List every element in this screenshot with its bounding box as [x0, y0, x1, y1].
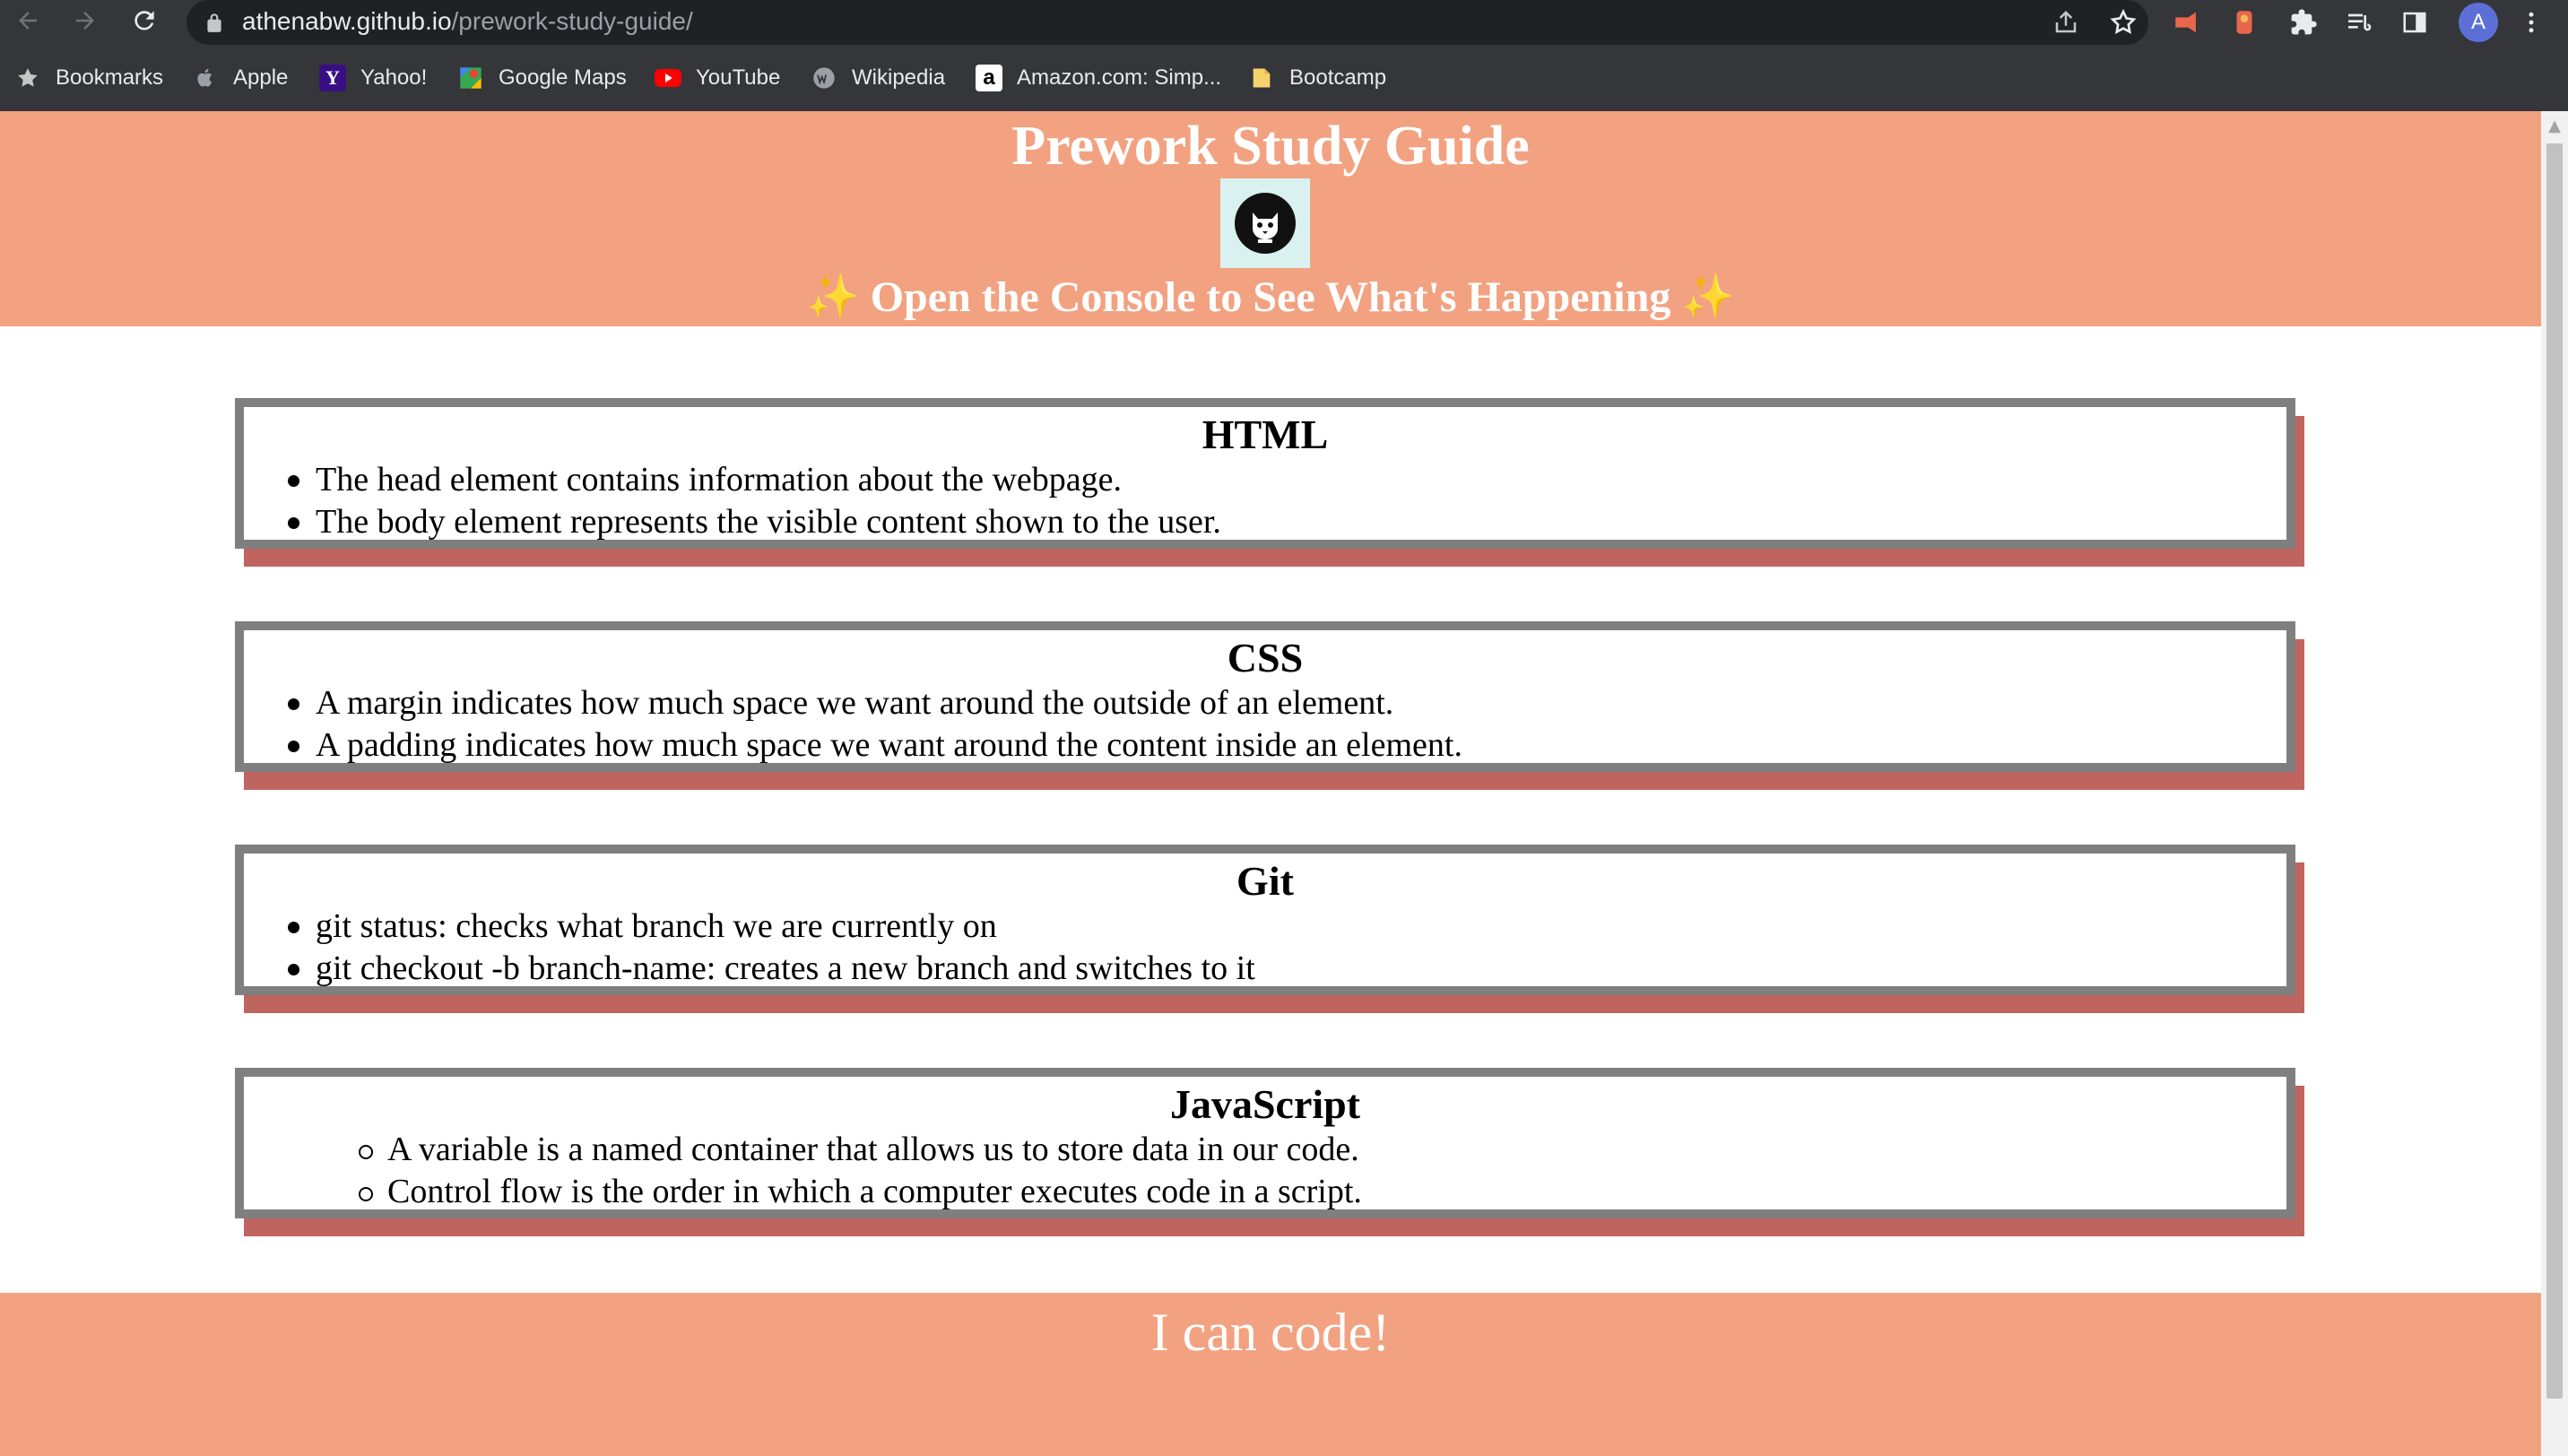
bookmark-label: Apple [233, 65, 289, 90]
url-text: athenabw.github.io/prework-study-guide/ [242, 5, 693, 38]
section-list: A margin indicates how much space we wan… [244, 682, 2286, 767]
footer-text: I can code! [1150, 1303, 1391, 1362]
google-maps-icon [457, 65, 484, 91]
card-box: CSS A margin indicates how much space we… [235, 621, 2295, 772]
bookmark-bookmarks[interactable]: Bookmarks [14, 57, 163, 99]
subtitle-text: Open the Console to See What's Happening [870, 273, 1671, 321]
list-item: Control flow is the order in which a com… [244, 1171, 2286, 1213]
bookmark-bootcamp[interactable]: Bootcamp [1248, 57, 1386, 99]
share-icon[interactable] [2050, 6, 2082, 39]
section-card-git: Git git status: checks what branch we ar… [235, 845, 2304, 1013]
bookmark-label: Wikipedia [852, 65, 946, 90]
bookmark-label: Bootcamp [1289, 65, 1387, 90]
menu-dots-icon[interactable] [2512, 4, 2550, 41]
section-list: git status: checks what branch we are cu… [244, 906, 2286, 990]
site-footer: I can code! [0, 1293, 2541, 1456]
profile-avatar[interactable]: A [2459, 3, 2498, 42]
youtube-icon [655, 65, 681, 91]
browser-toolbar: athenabw.github.io/prework-study-guide/ … [0, 0, 2568, 45]
bookmark-amazon[interactable]: a Amazon.com: Simp... [976, 57, 1221, 99]
list-item: A margin indicates how much space we wan… [244, 682, 2286, 724]
address-bar[interactable]: athenabw.github.io/prework-study-guide/ [187, 0, 2148, 45]
site-header: Prework Study Guide ✨ Open the Console t… [0, 111, 2541, 326]
forward-arrow-icon[interactable] [63, 0, 108, 41]
list-item: git status: checks what branch we are cu… [244, 906, 2286, 948]
extension-red-icon[interactable] [2168, 4, 2206, 41]
folder-icon [1248, 65, 1275, 91]
bookmark-label: Bookmarks [56, 65, 164, 90]
sparkles-icon: ✨ [1681, 273, 1736, 321]
star-icon[interactable] [2107, 6, 2139, 39]
card-box: Git git status: checks what branch we ar… [235, 845, 2295, 995]
bookmark-label: Amazon.com: Simp... [1017, 65, 1222, 90]
reading-list-icon[interactable] [2340, 4, 2378, 41]
section-card-javascript: JavaScript A variable is a named contain… [235, 1068, 2304, 1236]
card-box: HTML The head element contains informati… [235, 398, 2295, 549]
bookmark-label: Yahoo! [360, 65, 428, 90]
section-title: HTML [1202, 412, 1329, 457]
apple-icon [192, 65, 219, 91]
scroll-up-arrow-icon[interactable]: ▲ [2541, 117, 2568, 138]
bookmarks-bar: Bookmarks Apple Y Yahoo! Google Maps You… [0, 57, 2568, 99]
browser-chrome: athenabw.github.io/prework-study-guide/ … [0, 0, 2568, 111]
extension-orange-icon[interactable] [2225, 4, 2263, 41]
star-icon [14, 65, 41, 91]
reload-icon[interactable] [122, 0, 167, 41]
section-title: JavaScript [1169, 1081, 1361, 1127]
bookmark-youtube[interactable]: YouTube [655, 57, 780, 99]
lock-icon [207, 13, 221, 32]
amazon-icon: a [976, 65, 1002, 91]
side-panel-icon[interactable] [2396, 4, 2434, 41]
sparkles-icon: ✨ [805, 273, 860, 321]
section-title: Git [1236, 858, 1294, 904]
scrollbar-thumb[interactable] [2546, 143, 2563, 1399]
section-card-html: HTML The head element contains informati… [235, 398, 2304, 567]
bookmark-apple[interactable]: Apple [192, 57, 288, 99]
url-path: /prework-study-guide/ [451, 7, 693, 35]
puzzle-icon[interactable] [2285, 4, 2322, 41]
bookmark-label: YouTube [696, 65, 781, 90]
url-host: athenabw.github.io [242, 7, 452, 35]
page-viewport: Prework Study Guide ✨ Open the Console t… [0, 111, 2541, 1456]
page-title: Prework Study Guide [1011, 116, 1530, 177]
bookmark-label: Google Maps [499, 65, 627, 90]
list-item: A variable is a named container that all… [244, 1129, 2286, 1171]
list-item: The body element represents the visible … [244, 501, 2286, 543]
list-item: The head element contains information ab… [244, 459, 2286, 501]
back-arrow-icon[interactable] [5, 0, 50, 41]
page-subtitle: ✨ Open the Console to See What's Happeni… [0, 271, 2541, 325]
section-list: A variable is a named container that all… [244, 1129, 2286, 1213]
section-card-css: CSS A margin indicates how much space we… [235, 621, 2304, 790]
section-list: The head element contains information ab… [244, 459, 2286, 543]
wikipedia-icon [811, 65, 837, 91]
yahoo-icon: Y [319, 65, 346, 91]
bookmark-yahoo[interactable]: Y Yahoo! [319, 57, 427, 99]
list-item: git checkout -b branch-name: creates a n… [244, 948, 2286, 990]
bookmark-google-maps[interactable]: Google Maps [457, 57, 627, 99]
section-title: CSS [1227, 635, 1304, 680]
vertical-scrollbar[interactable]: ▲ [2541, 111, 2568, 1456]
list-item: A padding indicates how much space we wa… [244, 724, 2286, 767]
cat-logo-icon [1220, 178, 1310, 268]
card-box: JavaScript A variable is a named contain… [235, 1068, 2295, 1218]
bookmark-wikipedia[interactable]: Wikipedia [811, 57, 945, 99]
